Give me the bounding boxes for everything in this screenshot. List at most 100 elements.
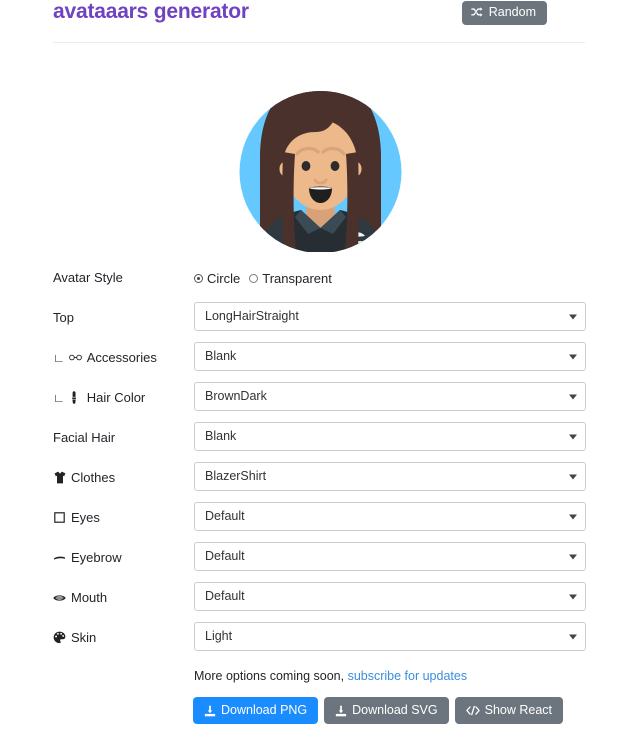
avatar-style-radio-group: Circle Transparent xyxy=(194,262,586,294)
label-mouth-text: Mouth xyxy=(71,590,108,605)
select-mouth[interactable]: Default xyxy=(194,582,586,611)
show-react-label: Show React xyxy=(484,703,553,718)
indent-corner-icon: ∟ xyxy=(53,390,65,405)
eyebrow-icon xyxy=(53,551,66,564)
control-accessories: Blank xyxy=(194,342,586,371)
radio-circle-label: Circle xyxy=(207,271,241,286)
download-png-button[interactable]: Download PNG xyxy=(193,697,319,724)
label-eyes: Eyes xyxy=(53,511,100,524)
label-clothes: Clothes xyxy=(53,471,115,484)
radio-transparent[interactable]: Transparent xyxy=(249,271,332,286)
label-top: Top xyxy=(53,311,74,324)
shuffle-icon xyxy=(471,6,483,18)
control-avatar-style: Circle Transparent xyxy=(194,262,586,294)
row-skin: Skin Light xyxy=(0,622,637,662)
select-facial-hair-value: Blank xyxy=(205,429,237,444)
row-hair-color: ∟ Hair Color BrownDark xyxy=(0,382,637,422)
download-svg-button[interactable]: Download SVG xyxy=(324,697,449,724)
row-clothes: Clothes BlazerShirt xyxy=(0,462,637,502)
chevron-down-icon xyxy=(569,594,577,599)
label-facial-hair: Facial Hair xyxy=(53,431,115,444)
random-button-label: Random xyxy=(488,5,536,19)
radio-circle-indicator[interactable] xyxy=(194,274,203,283)
radio-circle[interactable]: Circle xyxy=(194,271,240,286)
radio-transparent-label: Transparent xyxy=(262,271,332,286)
label-accessories-text: Accessories xyxy=(86,350,157,365)
control-mouth: Default xyxy=(194,582,586,611)
glasses-icon xyxy=(68,351,82,364)
select-eyebrow-value: Default xyxy=(205,549,245,564)
show-react-button[interactable]: Show React xyxy=(454,697,564,724)
select-eyebrow[interactable]: Default xyxy=(194,542,586,571)
label-facial-hair-text: Facial Hair xyxy=(53,430,116,445)
page-header: avataaars generator Random xyxy=(53,0,585,40)
select-skin-value: Light xyxy=(205,629,233,644)
indent-corner-icon: ∟ xyxy=(53,350,65,365)
row-eyebrow: Eyebrow Default xyxy=(0,542,637,582)
eye-icon xyxy=(53,511,66,524)
chevron-down-icon xyxy=(569,434,577,439)
header-divider xyxy=(53,42,585,43)
footer-note: More options coming soon, subscribe for … xyxy=(194,669,467,683)
chevron-down-icon xyxy=(569,634,577,639)
select-top[interactable]: LongHairStraight xyxy=(194,302,586,331)
download-svg-label: Download SVG xyxy=(352,703,438,718)
row-avatar-style: Avatar Style Circle Transparent xyxy=(0,262,637,302)
label-mouth: Mouth xyxy=(53,591,107,604)
label-skin-text: Skin xyxy=(71,630,97,645)
avatar-preview xyxy=(238,62,403,253)
select-eyes-value: Default xyxy=(205,509,245,524)
control-facial-hair: Blank xyxy=(194,422,586,451)
code-icon xyxy=(465,705,480,716)
select-skin[interactable]: Light xyxy=(194,622,586,651)
select-top-value: LongHairStraight xyxy=(205,309,299,324)
select-hair-color-value: BrownDark xyxy=(205,389,267,404)
label-eyebrow: Eyebrow xyxy=(53,551,122,564)
download-png-label: Download PNG xyxy=(221,703,308,718)
paintbrush-icon xyxy=(69,391,82,404)
control-eyes: Default xyxy=(194,502,586,531)
select-accessories[interactable]: Blank xyxy=(194,342,586,371)
control-top: LongHairStraight xyxy=(194,302,586,331)
avataaars-generator-page: avataaars generator Random Avatar Style … xyxy=(0,0,637,733)
select-facial-hair[interactable]: Blank xyxy=(194,422,586,451)
chevron-down-icon xyxy=(569,394,577,399)
footer-note-text: More options coming soon, xyxy=(194,669,345,683)
download-icon xyxy=(204,705,216,717)
select-hair-color[interactable]: BrownDark xyxy=(194,382,586,411)
random-button[interactable]: Random xyxy=(461,1,547,25)
select-clothes-value: BlazerShirt xyxy=(205,469,267,484)
chevron-down-icon xyxy=(569,354,577,359)
label-eyebrow-text: Eyebrow xyxy=(71,550,122,565)
chevron-down-icon xyxy=(569,554,577,559)
control-eyebrow: Default xyxy=(194,542,586,571)
download-icon xyxy=(335,705,347,717)
control-hair-color: BrownDark xyxy=(194,382,586,411)
row-facial-hair: Facial Hair Blank xyxy=(0,422,637,462)
select-accessories-value: Blank xyxy=(205,349,237,364)
label-avatar-style: Avatar Style xyxy=(53,271,123,284)
subscribe-link[interactable]: subscribe for updates xyxy=(348,669,468,683)
label-hair-color: ∟ Hair Color xyxy=(53,391,145,404)
label-avatar-style-text: Avatar Style xyxy=(53,270,123,285)
page-title: avataaars generator xyxy=(53,0,249,23)
chevron-down-icon xyxy=(569,474,577,479)
label-hair-color-text: Hair Color xyxy=(86,390,146,405)
select-eyes[interactable]: Default xyxy=(194,502,586,531)
radio-transparent-indicator[interactable] xyxy=(249,274,259,283)
chevron-down-icon xyxy=(569,514,577,519)
row-accessories: ∟ Accessories Blank xyxy=(0,342,637,382)
label-accessories: ∟ Accessories xyxy=(53,351,157,364)
mouth-icon xyxy=(53,591,66,604)
footer-button-row: Download PNG Download SVG Show React xyxy=(193,697,564,724)
palette-icon xyxy=(53,631,66,644)
options-form: Avatar Style Circle Transparent Top Long… xyxy=(0,262,637,662)
row-eyes: Eyes Default xyxy=(0,502,637,542)
label-skin: Skin xyxy=(53,631,96,644)
control-skin: Light xyxy=(194,622,586,651)
row-top: Top LongHairStraight xyxy=(0,302,637,342)
label-eyes-text: Eyes xyxy=(71,510,100,525)
label-clothes-text: Clothes xyxy=(71,470,116,485)
chevron-down-icon xyxy=(569,314,577,319)
select-clothes[interactable]: BlazerShirt xyxy=(194,462,586,491)
